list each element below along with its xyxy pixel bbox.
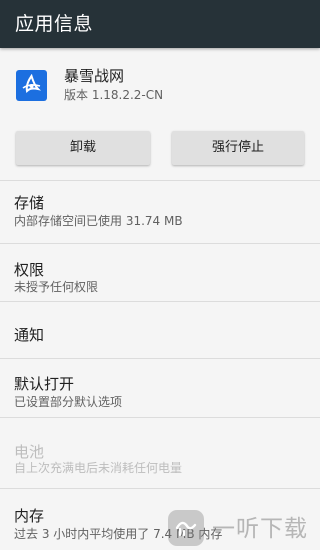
app-bar: 应用信息 [0,0,320,48]
app-version: 版本 1.18.2.2-CN [64,88,164,102]
watermark-logo-icon [168,510,204,546]
open-by-default-title: 默认打开 [14,375,75,393]
watermark: 一听下载 [160,508,320,550]
battery-title: 电池 [14,443,45,461]
uninstall-button[interactable]: 卸载 [16,131,150,165]
notifications-title: 通知 [14,326,45,344]
permissions-item[interactable]: 权限 未授予任何权限 [0,244,320,301]
watermark-text: 一听下载 [212,516,308,542]
open-by-default-summary: 已设置部分默认选项 [14,395,123,409]
storage-title: 存储 [14,194,45,212]
force-stop-button[interactable]: 强行停止 [172,131,304,165]
app-header [0,48,320,120]
memory-title: 内存 [14,507,45,525]
storage-summary: 内部存储空间已使用 31.74 MB [14,214,183,228]
storage-item[interactable]: 存储 内部存储空间已使用 31.74 MB [0,181,320,243]
page-title: 应用信息 [15,13,94,35]
battlenet-app-icon [16,70,47,101]
permissions-summary: 未授予任何权限 [14,280,99,294]
app-name: 暴雪战网 [64,67,125,85]
battery-item: 电池 自上次充满电后未消耗任何电量 [0,418,320,480]
notifications-item[interactable]: 通知 [0,302,320,358]
battery-summary: 自上次充满电后未消耗任何电量 [14,461,183,475]
permissions-title: 权限 [14,261,45,279]
open-by-default-item[interactable]: 默认打开 已设置部分默认选项 [0,359,320,417]
